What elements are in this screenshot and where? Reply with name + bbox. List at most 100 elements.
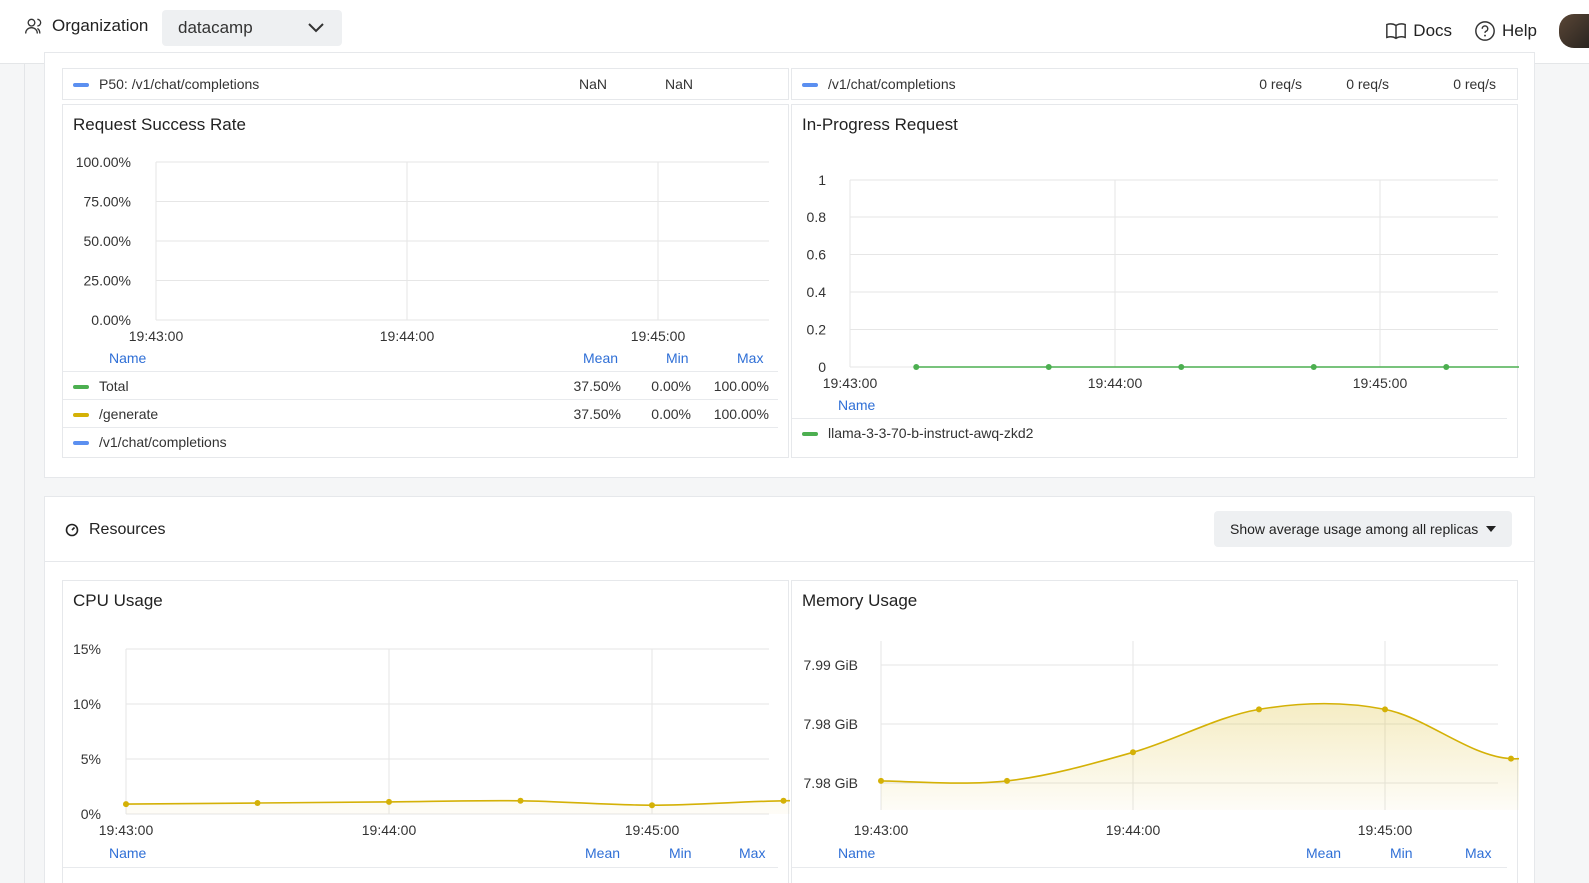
legend-max-value: 100.00% — [713, 406, 769, 422]
x-tick-label: 19:43:00 — [129, 328, 184, 344]
series-swatch — [73, 441, 89, 445]
in-progress-panel: In-Progress Request 0 0.2 0.4 0.6 0.8 1 19:43:… — [791, 104, 1519, 458]
legend-header-mean[interactable]: Mean — [583, 350, 618, 366]
legend-header-max[interactable]: Max — [739, 845, 765, 861]
resources-header: Resources Show average usage among all r… — [44, 496, 1535, 562]
legend-header-name[interactable]: Name — [838, 845, 875, 861]
data-point[interactable] — [1443, 364, 1450, 370]
data-point[interactable] — [386, 798, 392, 805]
data-point[interactable] — [878, 777, 884, 784]
data-point[interactable] — [913, 364, 920, 370]
caret-down-icon — [1486, 526, 1497, 532]
series-name: Total — [99, 378, 129, 394]
y-tick-label: 7.98 GiB — [804, 716, 858, 732]
legend-header-max[interactable]: Max — [737, 350, 763, 366]
y-tick-label: 7.99 GiB — [804, 657, 858, 673]
usage-mode-dropdown[interactable]: Show average usage among all replicas — [1214, 511, 1512, 547]
y-tick-label: 0% — [81, 806, 101, 822]
x-tick-label: 19:44:00 — [362, 822, 417, 838]
avatar[interactable] — [1559, 14, 1589, 48]
y-tick-label: 7.98 GiB — [804, 775, 858, 791]
help-label: Help — [1502, 21, 1537, 40]
legend-mean-value: 37.50% — [573, 378, 621, 394]
legend-divider — [63, 867, 778, 868]
data-point[interactable] — [517, 797, 524, 804]
y-tick-label: 10% — [73, 696, 101, 712]
data-point[interactable] — [1310, 364, 1317, 370]
series-name: llama-3-3-70-b-instruct-awq-zkd2 — [828, 425, 1034, 441]
x-tick-label: 19:43:00 — [854, 822, 909, 838]
x-tick-label: 19:45:00 — [625, 822, 680, 838]
y-tick-label: 0.8 — [807, 209, 827, 225]
x-tick-label: 19:45:00 — [1353, 375, 1408, 391]
series-line — [125, 799, 790, 807]
series-swatch — [73, 385, 89, 389]
docs-link[interactable]: Docs — [1385, 20, 1452, 42]
data-point[interactable] — [254, 800, 261, 806]
series-name: /generate — [99, 406, 159, 422]
data-point[interactable] — [1045, 364, 1052, 370]
left-divider — [24, 64, 25, 883]
y-tick-label: 75.00% — [84, 194, 131, 210]
y-tick-label: 50.00% — [84, 233, 131, 249]
y-tick-label: 15% — [73, 641, 101, 657]
organization-text: Organization — [52, 16, 149, 35]
y-tick-label: 0.00% — [91, 312, 131, 328]
legend-row[interactable]: /v1/chat/completions — [63, 427, 778, 455]
organization-value: datacamp — [178, 18, 253, 37]
legend-min-value: 0.00% — [651, 378, 691, 394]
y-tick-label: 5% — [81, 751, 101, 767]
x-tick-label: 19:45:00 — [631, 328, 686, 344]
y-tick-label: 100.00% — [76, 154, 131, 170]
legend-row[interactable]: /generate 37.50% 0.00% 100.00% — [63, 399, 778, 427]
legend-row[interactable]: Total 37.50% 0.00% 100.00% — [63, 371, 778, 399]
series-swatch — [73, 83, 89, 87]
col1-value: 0 req/s — [1259, 76, 1302, 92]
legend-header-max[interactable]: Max — [1465, 845, 1491, 861]
x-tick-label: 19:44:00 — [380, 328, 435, 344]
legend-header-name[interactable]: Name — [109, 350, 146, 366]
legend-header-name[interactable]: Name — [109, 845, 146, 861]
data-point[interactable] — [1256, 706, 1262, 713]
series-name: /v1/chat/completions — [828, 76, 956, 92]
series-swatch — [802, 432, 818, 436]
y-tick-label: 1 — [818, 172, 826, 188]
legend-header-min[interactable]: Min — [666, 350, 689, 366]
y-tick-label: 0.6 — [807, 247, 827, 263]
organization-select[interactable]: datacamp — [162, 10, 342, 46]
col2-value: 0 req/s — [1346, 76, 1389, 92]
success-rate-panel: Request Success Rate 0.00% 25.00% 50.00% 75… — [62, 104, 789, 458]
legend-header-min[interactable]: Min — [1390, 845, 1413, 861]
legend-divider — [792, 867, 1507, 868]
x-tick-label: 19:43:00 — [99, 822, 154, 838]
data-point[interactable] — [649, 802, 655, 809]
series-swatch — [73, 413, 89, 417]
legend-header-mean[interactable]: Mean — [1306, 845, 1341, 861]
col2-value: NaN — [664, 76, 693, 92]
data-point[interactable] — [1382, 706, 1388, 713]
in-progress-chart: 00.20.40.60.8119:43:0019:44:0019:45:0019… — [807, 172, 1519, 391]
data-point[interactable] — [1178, 364, 1185, 370]
help-link[interactable]: Help — [1474, 20, 1537, 42]
legend-header-name[interactable]: Name — [838, 397, 875, 413]
legend-mean-value: 37.50% — [573, 406, 621, 422]
data-point[interactable] — [123, 801, 129, 808]
users-icon — [25, 18, 42, 34]
data-point[interactable] — [780, 797, 787, 804]
legend-header-mean[interactable]: Mean — [585, 845, 620, 861]
cpu-usage-panel: CPU Usage 0% 5% 10% 15% 19:43:00 19:44:00 19:4… — [62, 580, 790, 883]
series-area — [126, 800, 790, 814]
docs-label: Docs — [1413, 21, 1453, 40]
series-name: P50: /v1/chat/completions — [99, 76, 260, 92]
help-circle-icon — [1475, 21, 1495, 41]
data-point[interactable] — [1130, 749, 1136, 756]
legend-header-min[interactable]: Min — [669, 845, 692, 861]
legend-row[interactable]: llama-3-3-70-b-instruct-awq-zkd2 — [792, 418, 1507, 446]
data-point[interactable] — [1508, 755, 1514, 762]
data-point[interactable] — [1004, 777, 1010, 784]
series-name: /v1/chat/completions — [99, 434, 227, 450]
x-tick-label: 19:45:00 — [1358, 822, 1413, 838]
x-tick-label: 19:44:00 — [1088, 375, 1143, 391]
y-tick-label: 0 — [818, 359, 826, 375]
cpu-usage-chart: 0%5%10%15%19:43:0019:44:0019:45:0019:46:… — [73, 641, 790, 838]
